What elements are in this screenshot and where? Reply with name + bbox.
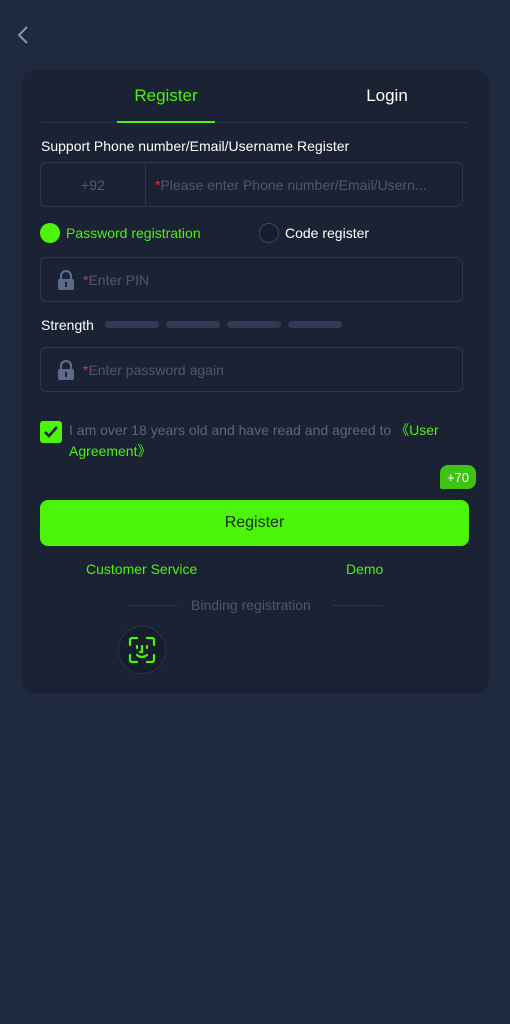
option-code-label: Code register: [285, 225, 370, 241]
agreement-checkbox[interactable]: [40, 421, 62, 443]
lock-icon: [58, 270, 74, 290]
radio-selected-icon: [40, 223, 60, 243]
option-password-registration[interactable]: Password registration: [40, 222, 201, 244]
tab-register[interactable]: Register: [117, 70, 215, 123]
demo-link[interactable]: Demo: [346, 561, 383, 577]
support-label: Support Phone number/Email/Username Regi…: [41, 138, 350, 154]
pin-input[interactable]: Enter PIN: [88, 272, 149, 288]
confirm-password-input[interactable]: Enter password again: [88, 362, 223, 378]
pin-field[interactable]: * Enter PIN: [40, 257, 463, 302]
back-button[interactable]: [12, 22, 34, 48]
confirm-password-field[interactable]: * Enter password again: [40, 347, 463, 392]
country-code-select[interactable]: +92: [41, 163, 146, 206]
radio-unselected-icon: [259, 223, 279, 243]
auth-tabs: Register Login: [42, 70, 467, 123]
strength-bar: [166, 321, 220, 328]
binding-registration-label: Binding registration: [191, 597, 311, 613]
agreement-text: I am over 18 years old and have read and…: [69, 420, 469, 462]
option-password-label: Password registration: [66, 225, 201, 241]
strength-bar: [105, 321, 159, 328]
face-scan-icon: [128, 636, 156, 664]
check-icon: [44, 426, 58, 438]
strength-bar: [288, 321, 342, 328]
strength-bar: [227, 321, 281, 328]
strength-label: Strength: [41, 317, 94, 333]
register-button[interactable]: Register: [40, 500, 469, 546]
tab-login[interactable]: Login: [338, 70, 436, 122]
face-registration-button[interactable]: [118, 626, 166, 674]
account-input[interactable]: Please enter Phone number/Email/Usern...: [160, 177, 426, 193]
lock-icon: [58, 360, 74, 380]
customer-service-link[interactable]: Customer Service: [86, 561, 197, 577]
bonus-badge: +70: [440, 465, 476, 489]
chevron-left-icon: [17, 26, 28, 44]
divider: [332, 605, 382, 606]
option-code-register[interactable]: Code register: [259, 222, 369, 244]
agreement-statement: I am over 18 years old and have read and…: [69, 422, 396, 438]
account-field[interactable]: +92 * Please enter Phone number/Email/Us…: [40, 162, 463, 207]
divider: [128, 605, 178, 606]
